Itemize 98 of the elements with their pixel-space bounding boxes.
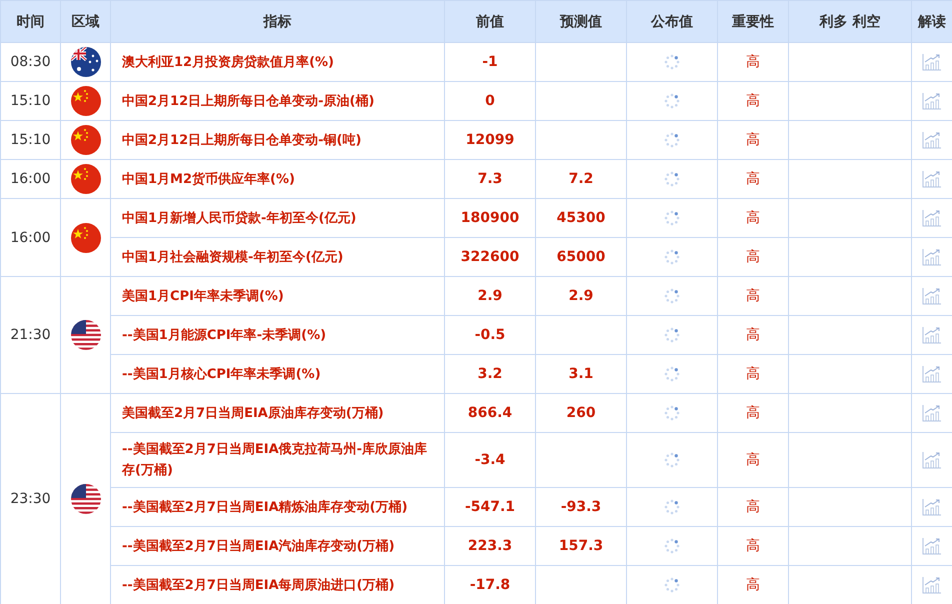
chart-icon[interactable] [922, 326, 942, 344]
loading-icon [664, 171, 680, 187]
importance-cell: 高 [718, 316, 788, 354]
previous-value-cell: 7.3 [444, 160, 536, 198]
previous-value-cell: 0 [444, 82, 536, 120]
chart-icon[interactable] [922, 131, 942, 149]
indicator-cell: 美国1月CPI年率未季调(%) [110, 276, 444, 316]
previous-value-cell: -0.5 [444, 316, 536, 354]
flag-icon [70, 86, 100, 116]
time-cell: 08:30 [0, 42, 60, 82]
column-header: 指标 [110, 0, 444, 42]
chart-icon[interactable] [922, 53, 942, 71]
indicator-cell: 美国截至2月7日当周EIA原油库存变动(万桶) [110, 394, 444, 432]
chart-icon[interactable] [922, 451, 942, 469]
time-cell: 15:10 [0, 120, 60, 160]
loading-icon [664, 405, 680, 421]
chart-icon[interactable] [922, 209, 942, 227]
loading-icon [664, 210, 680, 226]
indicator-cell: --美国1月核心CPI年率未季调(%) [110, 354, 444, 394]
chart-icon[interactable] [922, 576, 942, 594]
forecast-value-cell: 65000 [536, 238, 626, 276]
flag-icon [70, 484, 100, 514]
chart-icon[interactable] [922, 498, 942, 516]
indicator-cell: --美国1月能源CPI年率-未季调(%) [110, 316, 444, 354]
importance-cell: 高 [718, 488, 788, 526]
chart-icon[interactable] [922, 170, 942, 188]
previous-value-cell: -3.4 [444, 432, 536, 488]
importance-cell: 高 [718, 42, 788, 82]
forecast-value-cell: 157.3 [536, 526, 626, 566]
column-header: 时间 [0, 0, 60, 42]
indicator-cell: 中国1月新增人民币贷款-年初至今(亿元) [110, 198, 444, 238]
importance-cell: 高 [718, 526, 788, 566]
column-header: 区域 [60, 0, 110, 42]
importance-cell: 高 [718, 432, 788, 488]
column-header: 重要性 [718, 0, 788, 42]
indicator-cell: --美国截至2月7日当周EIA俄克拉荷马州-库欣原油库存(万桶) [110, 432, 444, 488]
loading-icon [664, 249, 680, 265]
indicator-cell: 中国1月社会融资规模-年初至今(亿元) [110, 238, 444, 276]
column-header: 解读 [912, 0, 952, 42]
loading-icon [664, 577, 680, 593]
previous-value-cell: -1 [444, 42, 536, 82]
forecast-value-cell: 45300 [536, 198, 626, 238]
column-header: 利多 利空 [788, 0, 912, 42]
time-cell: 16:00 [0, 160, 60, 198]
loading-icon [664, 499, 680, 515]
loading-icon [664, 538, 680, 554]
importance-cell: 高 [718, 394, 788, 432]
forecast-value-cell: 260 [536, 394, 626, 432]
indicator-cell: 中国2月12日上期所每日仓单变动-铜(吨) [110, 120, 444, 160]
loading-icon [664, 54, 680, 70]
indicator-cell: --美国截至2月7日当周EIA汽油库存变动(万桶) [110, 526, 444, 566]
importance-cell: 高 [718, 120, 788, 160]
previous-value-cell: 322600 [444, 238, 536, 276]
column-header: 公布值 [626, 0, 718, 42]
previous-value-cell: 12099 [444, 120, 536, 160]
loading-icon [664, 288, 680, 304]
previous-value-cell: -547.1 [444, 488, 536, 526]
importance-cell: 高 [718, 198, 788, 238]
indicator-cell: 中国1月M2货币供应年率(%) [110, 160, 444, 198]
chart-icon[interactable] [922, 287, 942, 305]
previous-value-cell: 866.4 [444, 394, 536, 432]
chart-icon[interactable] [922, 248, 942, 266]
forecast-value-cell: -93.3 [536, 488, 626, 526]
indicator-cell: --美国截至2月7日当周EIA精炼油库存变动(万桶) [110, 488, 444, 526]
loading-icon [664, 366, 680, 382]
importance-cell: 高 [718, 238, 788, 276]
flag-icon [70, 164, 100, 194]
loading-icon [664, 452, 680, 468]
indicator-cell: 澳大利亚12月投资房贷款值月率(%) [110, 42, 444, 82]
importance-cell: 高 [718, 82, 788, 120]
indicator-cell: 中国2月12日上期所每日仓单变动-原油(桶) [110, 82, 444, 120]
time-cell: 15:10 [0, 82, 60, 120]
forecast-value-cell: 3.1 [536, 354, 626, 394]
time-cell: 21:30 [0, 276, 60, 394]
column-header: 前值 [444, 0, 536, 42]
importance-cell: 高 [718, 354, 788, 394]
flag-icon [70, 125, 100, 155]
forecast-value-cell: 7.2 [536, 160, 626, 198]
loading-icon [664, 327, 680, 343]
previous-value-cell: 223.3 [444, 526, 536, 566]
loading-icon [664, 132, 680, 148]
flag-icon [70, 320, 100, 350]
chart-icon[interactable] [922, 537, 942, 555]
flag-icon [70, 222, 100, 252]
time-cell: 16:00 [0, 198, 60, 276]
time-cell: 23:30 [0, 394, 60, 604]
chart-icon[interactable] [922, 365, 942, 383]
importance-cell: 高 [718, 160, 788, 198]
chart-icon[interactable] [922, 92, 942, 110]
forecast-value-cell: 2.9 [536, 276, 626, 316]
chart-icon[interactable] [922, 404, 942, 422]
previous-value-cell: 180900 [444, 198, 536, 238]
previous-value-cell: 2.9 [444, 276, 536, 316]
loading-icon [664, 93, 680, 109]
flag-icon [70, 47, 100, 77]
previous-value-cell: 3.2 [444, 354, 536, 394]
column-header: 预测值 [536, 0, 626, 42]
importance-cell: 高 [718, 276, 788, 316]
